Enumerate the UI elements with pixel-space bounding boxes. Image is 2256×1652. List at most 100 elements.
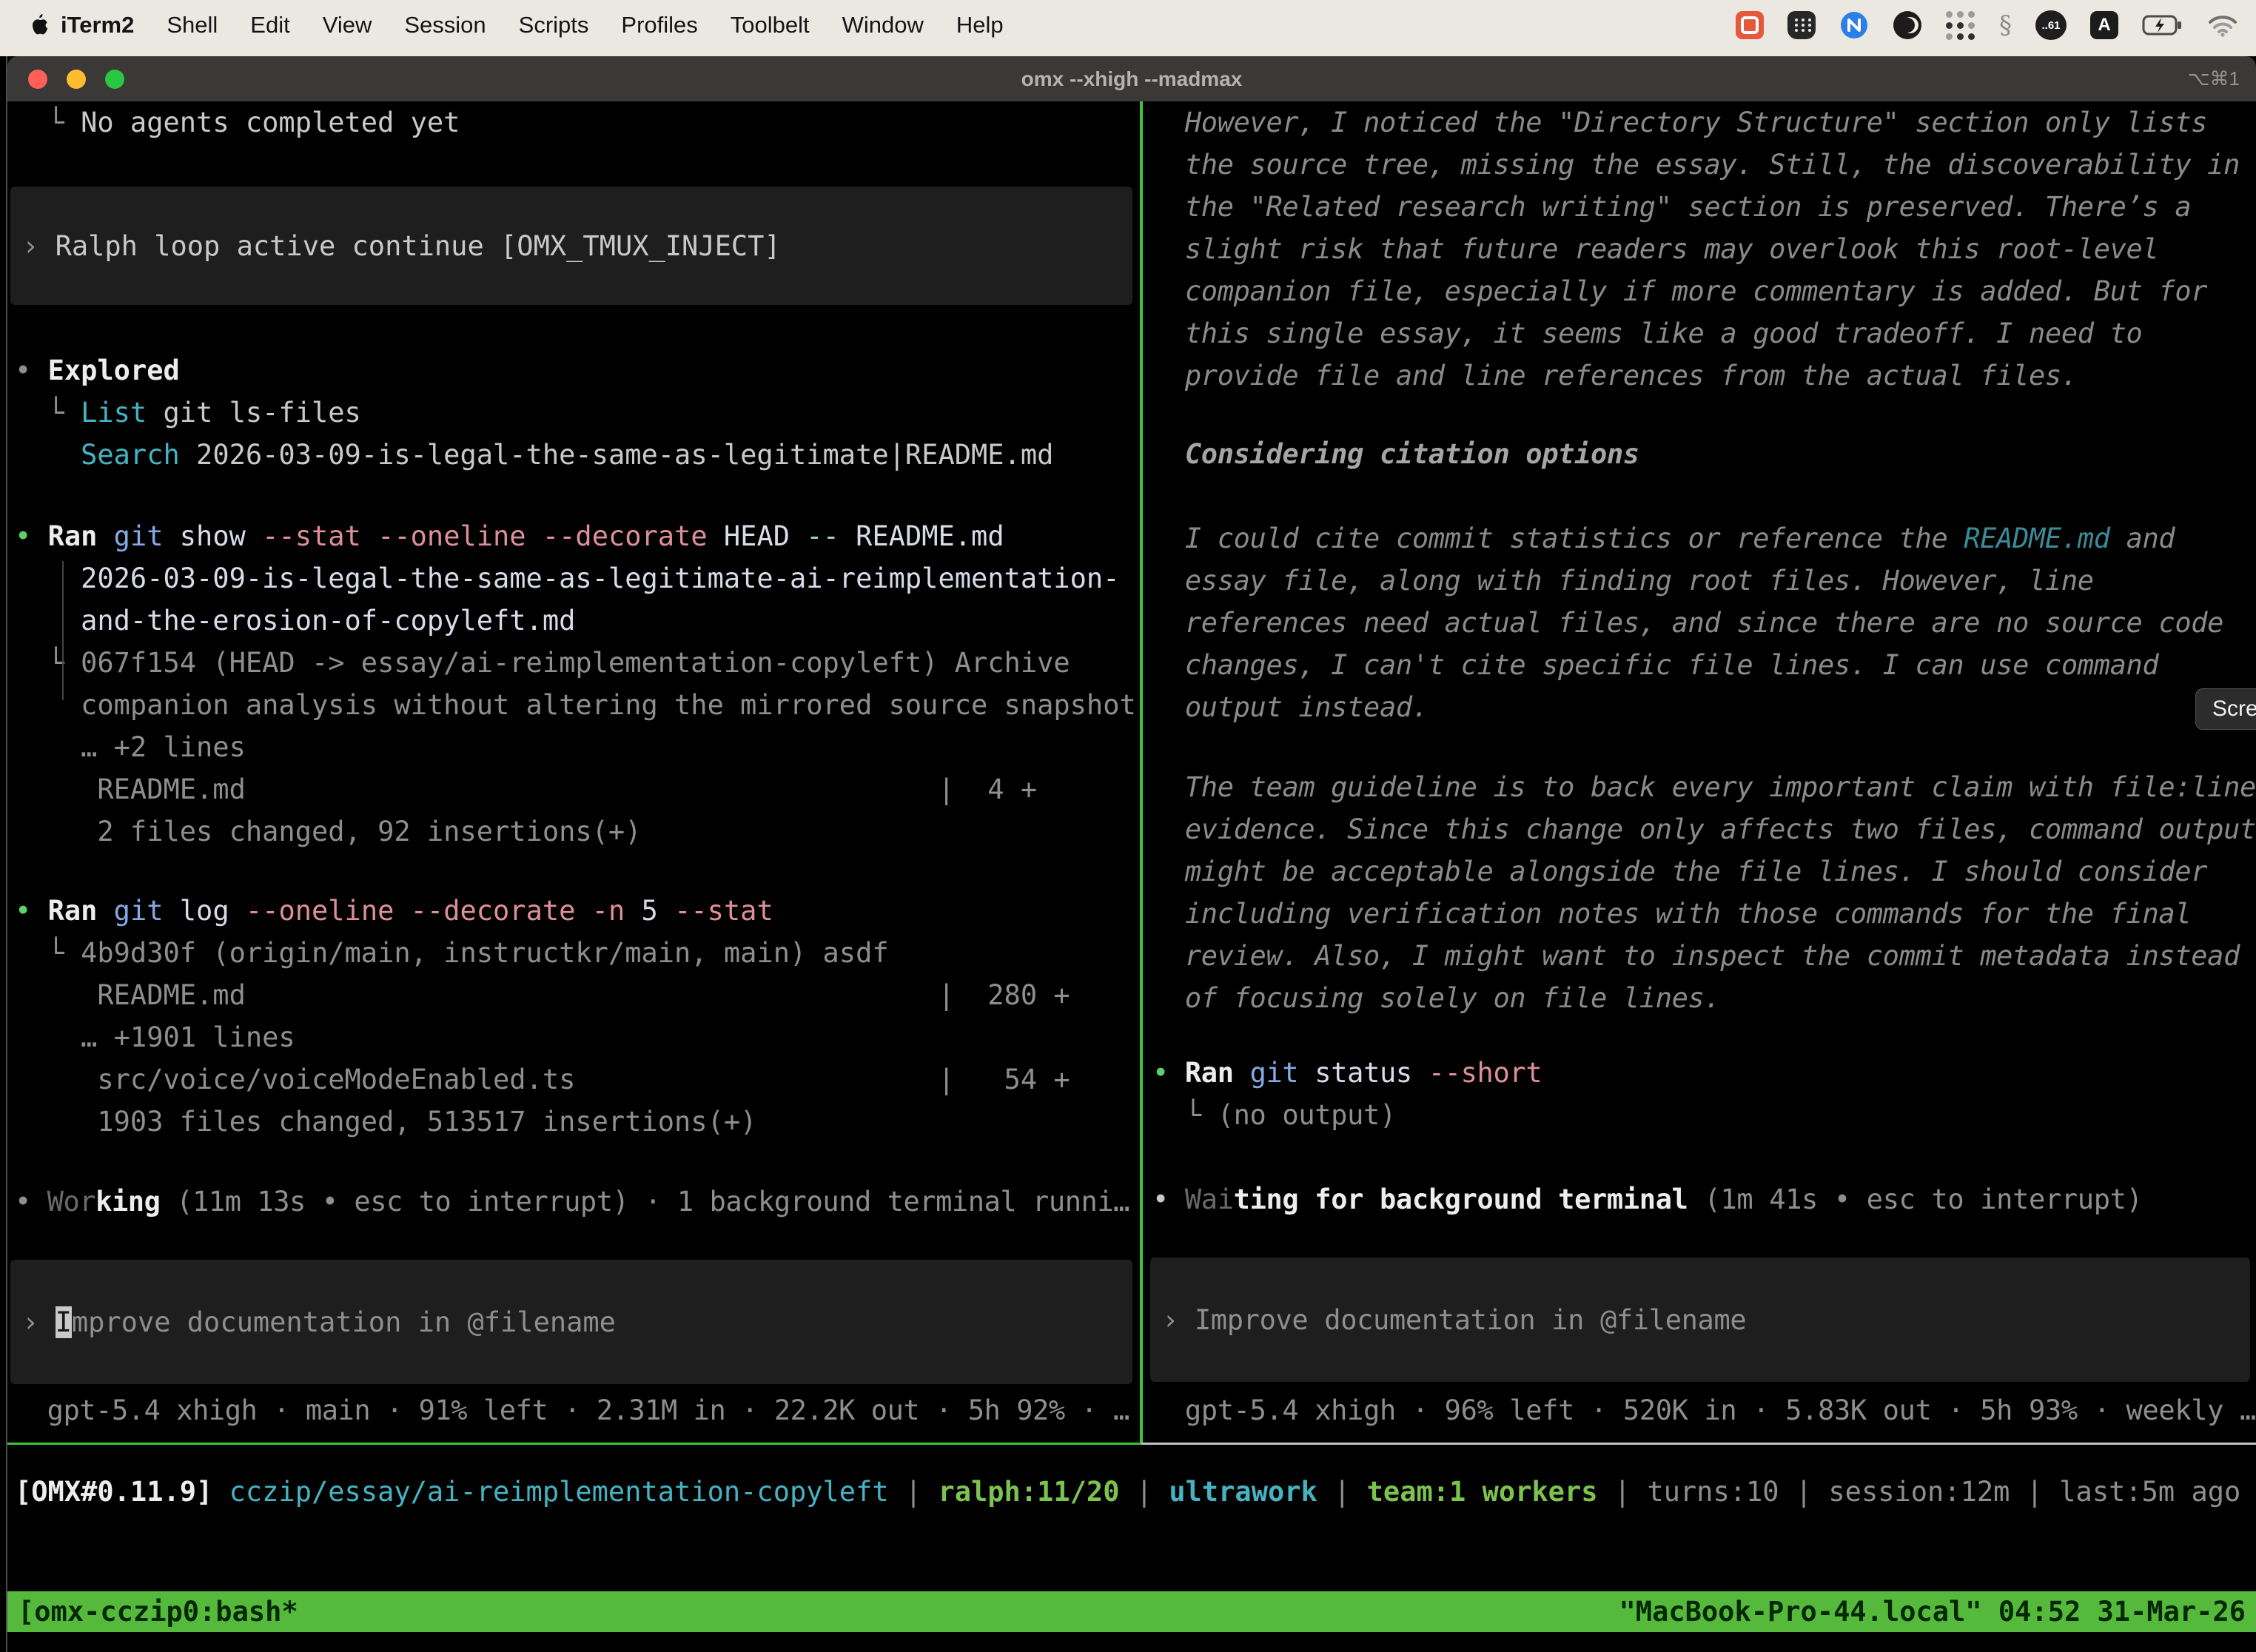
badge-61-icon[interactable]: ..61: [2035, 10, 2067, 40]
text-segment: log: [180, 895, 246, 927]
terminal[interactable]: └ No agents completed yet› Ralph loop ac…: [7, 101, 2256, 1652]
text-segment: Explored: [48, 355, 180, 386]
text-segment: git: [1250, 1057, 1315, 1089]
screen-tooltip: Scre: [2195, 688, 2256, 730]
terminal-line: • Waiting for background terminal (1m 41…: [1152, 1178, 2256, 1220]
terminal-block: gpt-5.4 xhigh · main · 91% left · 2.31M …: [15, 1389, 1138, 1431]
prompt-input[interactable]: › Improve documentation in @filename: [1150, 1258, 2250, 1382]
left-pane-bottom-border: [7, 1443, 1141, 1445]
text-segment: 2026-03-09-is-legal-the-same-as-legitima…: [180, 439, 1054, 471]
text-segment: last:5m ago: [2059, 1476, 2240, 1508]
menu-bar: iTerm2 Shell Edit View Session Scripts Profile…: [0, 0, 2256, 56]
text-segment: --oneline --decorate -n: [246, 895, 642, 927]
screen-recording-icon[interactable]: [1736, 11, 1764, 39]
text-segment: --stat: [674, 895, 773, 927]
prompt-input[interactable]: › Improve documentation in @filename: [10, 1260, 1132, 1384]
menu-item-scripts[interactable]: Scripts: [519, 12, 589, 38]
text-segment: (1m 41s • esc to interrupt): [1688, 1183, 2143, 1215]
tree-connector-line: [62, 561, 64, 700]
text-segment: gpt-5.4 xhigh · 96% left · 520K in · 5.8…: [1152, 1394, 2256, 1426]
crescent-pie-icon[interactable]: [1893, 10, 1922, 40]
text-segment: └ 4b9d30f (origin/main, instructkr/main,…: [15, 937, 889, 969]
text-segment: 2026-03-09-is-legal-the-same-as-legitima…: [15, 563, 1119, 594]
text-segment: [15, 439, 81, 471]
prompt-input[interactable]: › Ralph loop active continue [OMX_TMUX_I…: [10, 187, 1132, 305]
terminal-block: • Ran git show --stat --oneline --decora…: [15, 515, 1138, 853]
terminal-line: gpt-5.4 xhigh · main · 91% left · 2.31M …: [15, 1389, 1138, 1431]
text-segment: session:12m: [1828, 1476, 2010, 1508]
text-segment: turns:10: [1647, 1476, 1779, 1508]
terminal-line: the source tree, missing the essay. Stil…: [1152, 144, 2256, 186]
text-segment: companion analysis without altering the …: [15, 689, 1136, 721]
text-segment: I: [56, 1306, 72, 1338]
menu-item-toolbelt[interactable]: Toolbelt: [731, 12, 810, 38]
terminal-line: • Explored: [15, 349, 1138, 392]
terminal-line: 2026-03-09-is-legal-the-same-as-legitima…: [15, 557, 1138, 600]
terminal-line: • Working (11m 13s • esc to interrupt) ·…: [15, 1181, 1138, 1223]
text-segment: slight risk that future readers may over…: [1152, 233, 2158, 265]
text-segment: team:1 workers: [1367, 1476, 1598, 1508]
menu-item-profiles[interactable]: Profiles: [621, 12, 697, 38]
terminal-block: • Waiting for background terminal (1m 41…: [1152, 1178, 2256, 1220]
menu-item-iterm2[interactable]: iTerm2: [61, 12, 134, 38]
terminal-line: └ List git ls-files: [15, 392, 1138, 434]
text-segment: git ls-files: [147, 397, 361, 429]
menu-item-shell[interactable]: Shell: [167, 12, 218, 38]
blue-zigzag-icon[interactable]: [1839, 10, 1869, 40]
terminal-line: 1903 files changed, 513517 insertions(+): [15, 1101, 1138, 1143]
right-pane-bottom-border: [1141, 1443, 2256, 1445]
terminal-line: › Improve documentation in @filename: [1162, 1299, 1746, 1341]
apple-menu-icon[interactable]: [30, 12, 52, 38]
window-title: omx --xhigh --madmax: [7, 67, 2256, 91]
text-segment: |: [1120, 1476, 1169, 1508]
terminal-line: companion analysis without altering the …: [15, 684, 1138, 726]
text-segment: --short: [1429, 1057, 1542, 1089]
terminal-block: Considering citation options: [1152, 433, 2256, 475]
text-segment: provide file and line references from th…: [1152, 360, 2078, 392]
terminal-line: › Improve documentation in @filename: [22, 1301, 616, 1343]
menu-item-window[interactable]: Window: [842, 12, 924, 38]
text-segment: review. Also, I might want to inspect th…: [1152, 940, 2240, 972]
terminal-block: The team guideline is to back every impo…: [1152, 766, 2256, 1019]
terminal-line: references need actual files, and since …: [1152, 602, 2256, 644]
terminal-line: Considering citation options: [1152, 433, 2256, 475]
tmux-session-label: [omx-cczip0:bash*: [18, 1596, 298, 1628]
squiggle-icon[interactable]: §: [1999, 10, 2012, 40]
wifi-icon[interactable]: [2207, 13, 2238, 37]
text-segment: including verification notes with those …: [1152, 898, 2191, 930]
text-segment: the "Related research writing" section i…: [1152, 191, 2191, 223]
terminal-line: and-the-erosion-of-copyleft.md: [15, 600, 1138, 642]
menu-item-edit[interactable]: Edit: [250, 12, 289, 38]
text-segment: mprove documentation in @filename: [72, 1306, 616, 1338]
terminal-line: gpt-5.4 xhigh · 96% left · 520K in · 5.8…: [1152, 1389, 2256, 1431]
text-segment: … +2 lines: [15, 731, 246, 763]
text-segment: No agents completed yet: [81, 107, 460, 138]
text-segment: HEAD: [724, 520, 806, 552]
text-segment: king: [95, 1186, 160, 1218]
text-segment: Ran: [1185, 1057, 1250, 1089]
text-segment: gpt-5.4 xhigh · main · 91% left · 2.31M …: [15, 1394, 1129, 1426]
menu-item-help[interactable]: Help: [956, 12, 1004, 38]
text-segment: ›: [22, 230, 56, 262]
terminal-line: essay file, along with finding root file…: [1152, 560, 2256, 602]
input-source-icon[interactable]: A: [2090, 11, 2118, 39]
menu-item-session[interactable]: Session: [404, 12, 486, 38]
text-segment: … +1901 lines: [15, 1021, 295, 1053]
terminal-line: … +1901 lines: [15, 1016, 1138, 1058]
battery-icon[interactable]: [2142, 14, 2183, 36]
title-bar[interactable]: omx --xhigh --madmax ⌥⌘1: [7, 56, 2256, 101]
text-segment: and: [2110, 523, 2175, 554]
terminal-line: companion file, especially if more comme…: [1152, 270, 2256, 312]
keypad-grid-icon[interactable]: [1787, 11, 1816, 39]
menu-items: iTerm2 Shell Edit View Session Scripts Profile…: [61, 12, 1004, 38]
terminal-line: … +2 lines: [15, 726, 1138, 768]
dots-grid-icon[interactable]: [1946, 10, 1975, 40]
text-segment: |: [1779, 1476, 1829, 1508]
text-segment: ralph:11/20: [938, 1476, 1119, 1508]
text-segment: |: [1317, 1476, 1367, 1508]
terminal-block: • Working (11m 13s • esc to interrupt) ·…: [15, 1181, 1138, 1223]
menu-item-view[interactable]: View: [323, 12, 372, 38]
text-segment: git: [114, 520, 180, 552]
text-segment: status: [1315, 1057, 1428, 1089]
text-segment: src/voice/voiceModeEnabled.ts | 54 +: [15, 1064, 1070, 1095]
